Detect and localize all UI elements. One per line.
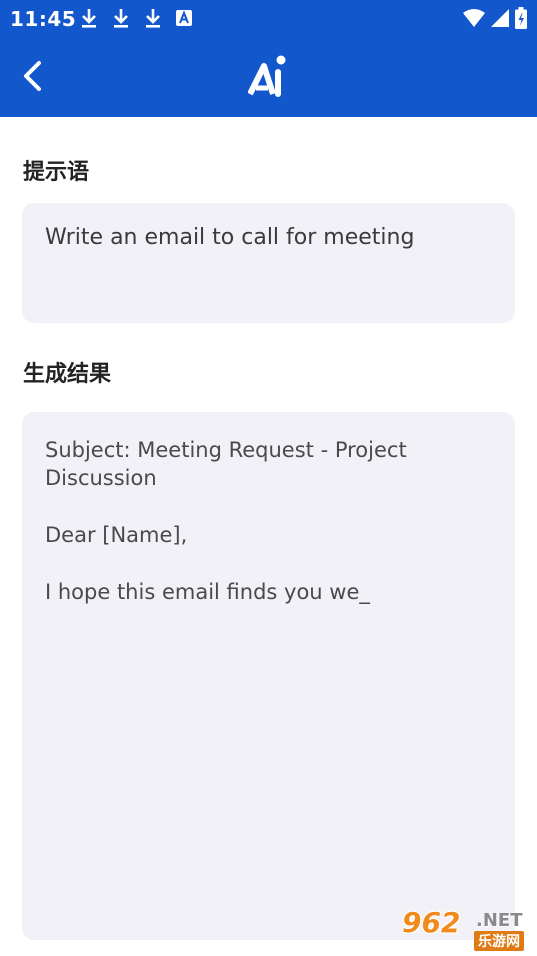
back-button[interactable] <box>12 56 52 96</box>
ai-logo-icon <box>248 55 286 97</box>
status-time: 11:45 <box>10 7 77 31</box>
result-paragraph: I hope this email finds you we_ <box>45 580 370 604</box>
result-paragraph: Subject: Meeting Request - Project Discu… <box>45 438 407 490</box>
download-icon <box>82 9 96 28</box>
prompt-label: 提示语 <box>23 160 90 185</box>
status-system-icons <box>463 7 527 29</box>
result-paragraph: Dear [Name], <box>45 523 188 547</box>
download-icon <box>114 9 128 28</box>
app-bar <box>0 36 537 117</box>
watermark-main-text: 962 <box>402 906 461 939</box>
battery-icon <box>515 7 527 29</box>
result-label: 生成结果 <box>23 362 112 387</box>
accessibility-a-icon <box>176 10 192 26</box>
download-icon <box>146 9 160 28</box>
watermark-logo: 962 .NET 乐游网 <box>398 906 532 952</box>
back-arrow-icon <box>24 61 41 91</box>
result-output[interactable]: Subject: Meeting Request - Project Discu… <box>22 412 515 940</box>
status-bar: 11:45 <box>0 0 537 36</box>
cell-signal-icon <box>491 9 509 27</box>
watermark-sub-text: 乐游网 <box>474 931 524 951</box>
watermark-net-text: .NET <box>476 910 523 931</box>
prompt-input[interactable]: Write an email to call for meeting <box>22 203 515 323</box>
status-notification-icons <box>80 7 192 29</box>
watermark-badge: 962 .NET 乐游网 <box>398 906 532 952</box>
wifi-icon <box>463 9 485 27</box>
